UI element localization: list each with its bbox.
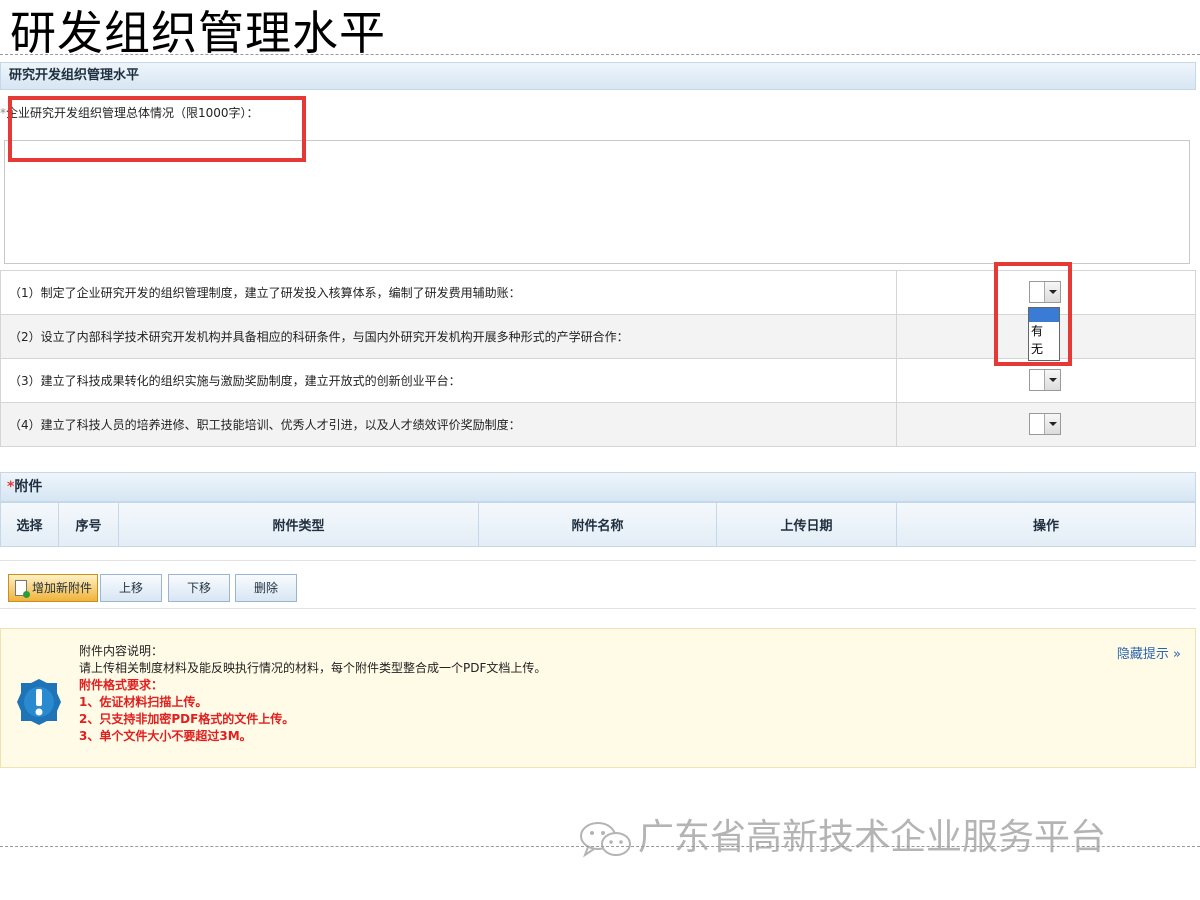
chevron-down-icon (1049, 422, 1057, 426)
question-row: （4）建立了科技人员的培养进修、职工技能培训、优秀人才引进，以及人才绩效评价奖励… (0, 402, 1196, 447)
column-header-actions[interactable]: 操作 (896, 502, 1196, 547)
exclamation-gear-icon (17, 679, 61, 725)
notice-text: 附件内容说明： 请上传相关制度材料及能反映执行情况的材料，每个附件类型整合成一个… (79, 643, 546, 745)
format-rule-1: 1、佐证材料扫描上传。 (79, 695, 208, 709)
question-text: （3）建立了科技成果转化的组织实施与激励奖励制度，建立开放式的创新创业平台： (0, 358, 897, 403)
document-add-icon (15, 580, 30, 598)
add-attachment-button[interactable]: 增加新附件 (8, 574, 98, 602)
select-arrow-button[interactable] (1044, 370, 1060, 390)
question-text: （1）制定了企业研究开发的组织管理制度，建立了研发投入核算体系，编制了研发费用辅… (0, 270, 897, 315)
notice-title: 附件内容说明： (79, 644, 164, 658)
attachments-header-row: 选择 序号 附件类型 附件名称 上传日期 操作 (0, 502, 1196, 547)
add-attachment-label: 增加新附件 (31, 581, 92, 595)
column-header-type[interactable]: 附件类型 (118, 502, 479, 547)
wechat-icon (580, 822, 631, 858)
question-text: （2）设立了内部科学技术研究开发机构并具备相应的科研条件，与国内外研究开发机构开… (0, 314, 897, 359)
section-header-rd-management: 研究开发组织管理水平 (0, 62, 1196, 90)
delete-button[interactable]: 删除 (235, 574, 297, 602)
top-dashed-divider (0, 54, 1200, 55)
divider (0, 608, 1196, 609)
move-down-button[interactable]: 下移 (168, 574, 230, 602)
notice-description: 请上传相关制度材料及能反映执行情况的材料，每个附件类型整合成一个PDF文档上传。 (79, 661, 547, 675)
question-3-select[interactable] (1029, 369, 1061, 391)
format-rule-3: 3、单个文件大小不要超过3M。 (79, 729, 252, 743)
attachment-notice-panel: 隐藏提示 » 附件内容说明： 请上传相关制度材料及能反映执行情况的材料，每个附件… (0, 628, 1196, 768)
annotation-box-dropdown (994, 262, 1072, 366)
attachments-table: 选择 序号 附件类型 附件名称 上传日期 操作 (0, 502, 1196, 547)
annotation-box-summary (8, 96, 306, 162)
bottom-dashed-divider (0, 846, 1200, 847)
select-arrow-button[interactable] (1044, 414, 1060, 434)
move-up-button[interactable]: 上移 (100, 574, 162, 602)
format-requirements-title: 附件格式要求： (79, 678, 164, 692)
column-header-name[interactable]: 附件名称 (478, 502, 717, 547)
section-header-attachments: *附件 (0, 472, 1196, 502)
column-header-index[interactable]: 序号 (58, 502, 119, 547)
column-header-select[interactable]: 选择 (0, 502, 59, 547)
question-text: （4）建立了科技人员的培养进修、职工技能培训、优秀人才引进，以及人才绩效评价奖励… (0, 402, 897, 447)
format-rule-2: 2、只支持非加密PDF格式的文件上传。 (79, 712, 295, 726)
divider (0, 560, 1196, 561)
hide-tips-link[interactable]: 隐藏提示 » (1117, 643, 1181, 662)
watermark: 广东省高新技术企业服务平台 (578, 808, 1106, 868)
question-select-cell (896, 402, 1196, 447)
attachments-title: 附件 (14, 479, 43, 495)
column-header-upload-date[interactable]: 上传日期 (716, 502, 897, 547)
question-4-select[interactable] (1029, 413, 1061, 435)
watermark-text: 广东省高新技术企业服务平台 (638, 817, 1107, 858)
chevron-down-icon (1049, 378, 1057, 382)
